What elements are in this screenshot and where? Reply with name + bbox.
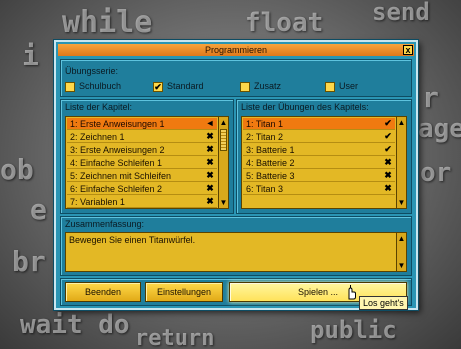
close-button[interactable]: x xyxy=(403,45,413,55)
background-word: r xyxy=(422,81,439,114)
background-word: public xyxy=(310,316,397,344)
cross-icon: ✖ xyxy=(206,131,214,141)
list-item-label: 3: Erste Anweisungen 2 xyxy=(70,145,165,155)
list-item[interactable]: 6: Einfache Schleifen 2 ✖ xyxy=(67,183,217,195)
background-word: or xyxy=(420,158,452,188)
list-item[interactable]: 7: Variablen 1 ✖ xyxy=(67,196,217,208)
mouse-cursor-icon xyxy=(348,285,356,300)
arrow-left-icon: ◄ xyxy=(205,118,215,128)
list-item-label: 3: Batterie 1 xyxy=(246,145,295,155)
list-item[interactable]: 2: Zeichnen 1 ✖ xyxy=(67,131,217,143)
list-item-label: 4: Batterie 2 xyxy=(246,158,295,168)
background-word: e xyxy=(30,193,47,226)
dialog-title: Programmieren xyxy=(204,45,268,55)
list-item[interactable]: 4: Einfache Schleifen 1 ✖ xyxy=(67,157,217,169)
uebungen-panel: Liste der Übungen des Kapitels: 1: Titan… xyxy=(236,99,412,214)
option-label: Standard xyxy=(167,81,204,91)
zusammenfassung-textbox: Bewegen Sie einen Titanwürfel. ▲ ▼ xyxy=(65,232,407,272)
scroll-up-icon[interactable]: ▲ xyxy=(397,117,406,128)
option-label: Zusatz xyxy=(254,81,282,91)
beenden-button[interactable]: Beenden xyxy=(65,282,141,302)
list-item-label: 6: Titan 3 xyxy=(246,184,284,194)
background-word: ob xyxy=(0,153,34,186)
list-item[interactable]: 2: Titan 2 ✔ xyxy=(243,131,395,143)
list-item-label: 4: Einfache Schleifen 1 xyxy=(70,158,163,168)
uebungen-label: Liste der Übungen des Kapitels: xyxy=(241,102,369,112)
list-item-label: 2: Titan 2 xyxy=(246,132,284,142)
option-user[interactable]: User xyxy=(325,80,358,92)
list-item[interactable]: 5: Batterie 3 ✖ xyxy=(243,170,395,182)
kapitel-scrollbar[interactable]: ▲ ▼ xyxy=(218,117,228,208)
option-zusatz[interactable]: Zusatz xyxy=(240,80,281,92)
zusammenfassung-scrollbar[interactable]: ▲ ▼ xyxy=(396,233,406,271)
list-item-label: 5: Batterie 3 xyxy=(246,171,295,181)
zusammenfassung-label: Zusammenfassung: xyxy=(65,219,145,229)
background-word: float xyxy=(245,8,324,38)
option-standard[interactable]: ✔ Standard xyxy=(153,80,204,92)
uebungsserie-panel: Übungsserie: Schulbuch ✔ Standard Zusatz … xyxy=(60,59,412,97)
option-label: User xyxy=(339,81,359,91)
checkbox-zusatz[interactable] xyxy=(240,81,250,92)
scroll-thumb[interactable] xyxy=(220,129,227,151)
list-item[interactable]: 3: Batterie 1 ✔ xyxy=(243,144,395,156)
cross-icon: ✖ xyxy=(206,144,214,154)
zusammenfassung-panel: Zusammenfassung: Bewegen Sie einen Titan… xyxy=(60,216,412,276)
cross-icon: ✖ xyxy=(206,183,214,193)
uebungsserie-options: Schulbuch ✔ Standard Zusatz User xyxy=(65,80,405,92)
list-item[interactable]: 1: Erste Anweisungen 1 ◄ xyxy=(67,118,217,130)
background-word: i xyxy=(22,39,39,72)
list-item-label: 1: Titan 1 xyxy=(246,119,284,129)
cross-icon: ✖ xyxy=(384,183,392,193)
background-word: age xyxy=(418,114,461,144)
scroll-up-icon[interactable]: ▲ xyxy=(219,117,228,128)
zusammenfassung-text: Bewegen Sie einen Titanwürfel. xyxy=(69,235,196,245)
list-item-label: 7: Variablen 1 xyxy=(70,197,125,207)
scroll-up-icon[interactable]: ▲ xyxy=(397,233,406,244)
cross-icon: ✖ xyxy=(206,196,214,206)
list-item[interactable]: 6: Titan 3 ✖ xyxy=(243,183,395,195)
list-item-label: 5: Zeichnen mit Schleifen xyxy=(70,171,172,181)
list-item[interactable]: 1: Titan 1 ✔ xyxy=(243,118,395,130)
check-icon: ✔ xyxy=(384,131,392,141)
cross-icon: ✖ xyxy=(206,157,214,167)
tooltip: Los geht's xyxy=(359,296,408,310)
background-word: wait do xyxy=(20,310,130,340)
scroll-down-icon[interactable]: ▼ xyxy=(219,197,228,208)
list-item[interactable]: 4: Batterie 2 ✖ xyxy=(243,157,395,169)
list-item[interactable]: 3: Erste Anweisungen 2 ✖ xyxy=(67,144,217,156)
checkbox-schulbuch[interactable] xyxy=(65,81,75,92)
title-bar: Programmieren x xyxy=(58,44,414,56)
check-icon: ✔ xyxy=(384,144,392,154)
scroll-down-icon[interactable]: ▼ xyxy=(397,260,406,271)
programmieren-dialog: Programmieren x Übungsserie: Schulbuch ✔… xyxy=(54,40,418,310)
background-word: send xyxy=(372,0,430,26)
background-word: while xyxy=(62,5,153,40)
option-label: Schulbuch xyxy=(79,81,122,91)
check-icon: ✔ xyxy=(384,118,392,128)
cross-icon: ✖ xyxy=(384,170,392,180)
checkbox-user[interactable] xyxy=(325,81,335,92)
scroll-down-icon[interactable]: ▼ xyxy=(397,197,406,208)
cross-icon: ✖ xyxy=(384,157,392,167)
list-item-label: 1: Erste Anweisungen 1 xyxy=(70,119,165,129)
einstellungen-button[interactable]: Einstellungen xyxy=(145,282,223,302)
kapitel-list[interactable]: 1: Erste Anweisungen 1 ◄ 2: Zeichnen 1 ✖ 3: … xyxy=(65,116,229,209)
list-item-label: 6: Einfache Schleifen 2 xyxy=(70,184,163,194)
option-schulbuch[interactable]: Schulbuch xyxy=(65,80,121,92)
check-icon[interactable]: ✔ xyxy=(153,81,163,92)
uebungen-scrollbar[interactable]: ▲ ▼ xyxy=(396,117,406,208)
background-word: return xyxy=(135,326,215,349)
list-item[interactable]: 5: Zeichnen mit Schleifen ✖ xyxy=(67,170,217,182)
kapitel-panel: Liste der Kapitel: 1: Erste Anweisungen … xyxy=(60,99,234,214)
list-item-label: 2: Zeichnen 1 xyxy=(70,132,125,142)
uebungsserie-label: Übungsserie: xyxy=(65,66,119,76)
uebungen-list[interactable]: 1: Titan 1 ✔ 2: Titan 2 ✔ 3: Batterie 1 ✔ 4: B… xyxy=(241,116,407,209)
cross-icon: ✖ xyxy=(206,170,214,180)
kapitel-label: Liste der Kapitel: xyxy=(65,102,133,112)
background-word: br xyxy=(12,245,46,278)
